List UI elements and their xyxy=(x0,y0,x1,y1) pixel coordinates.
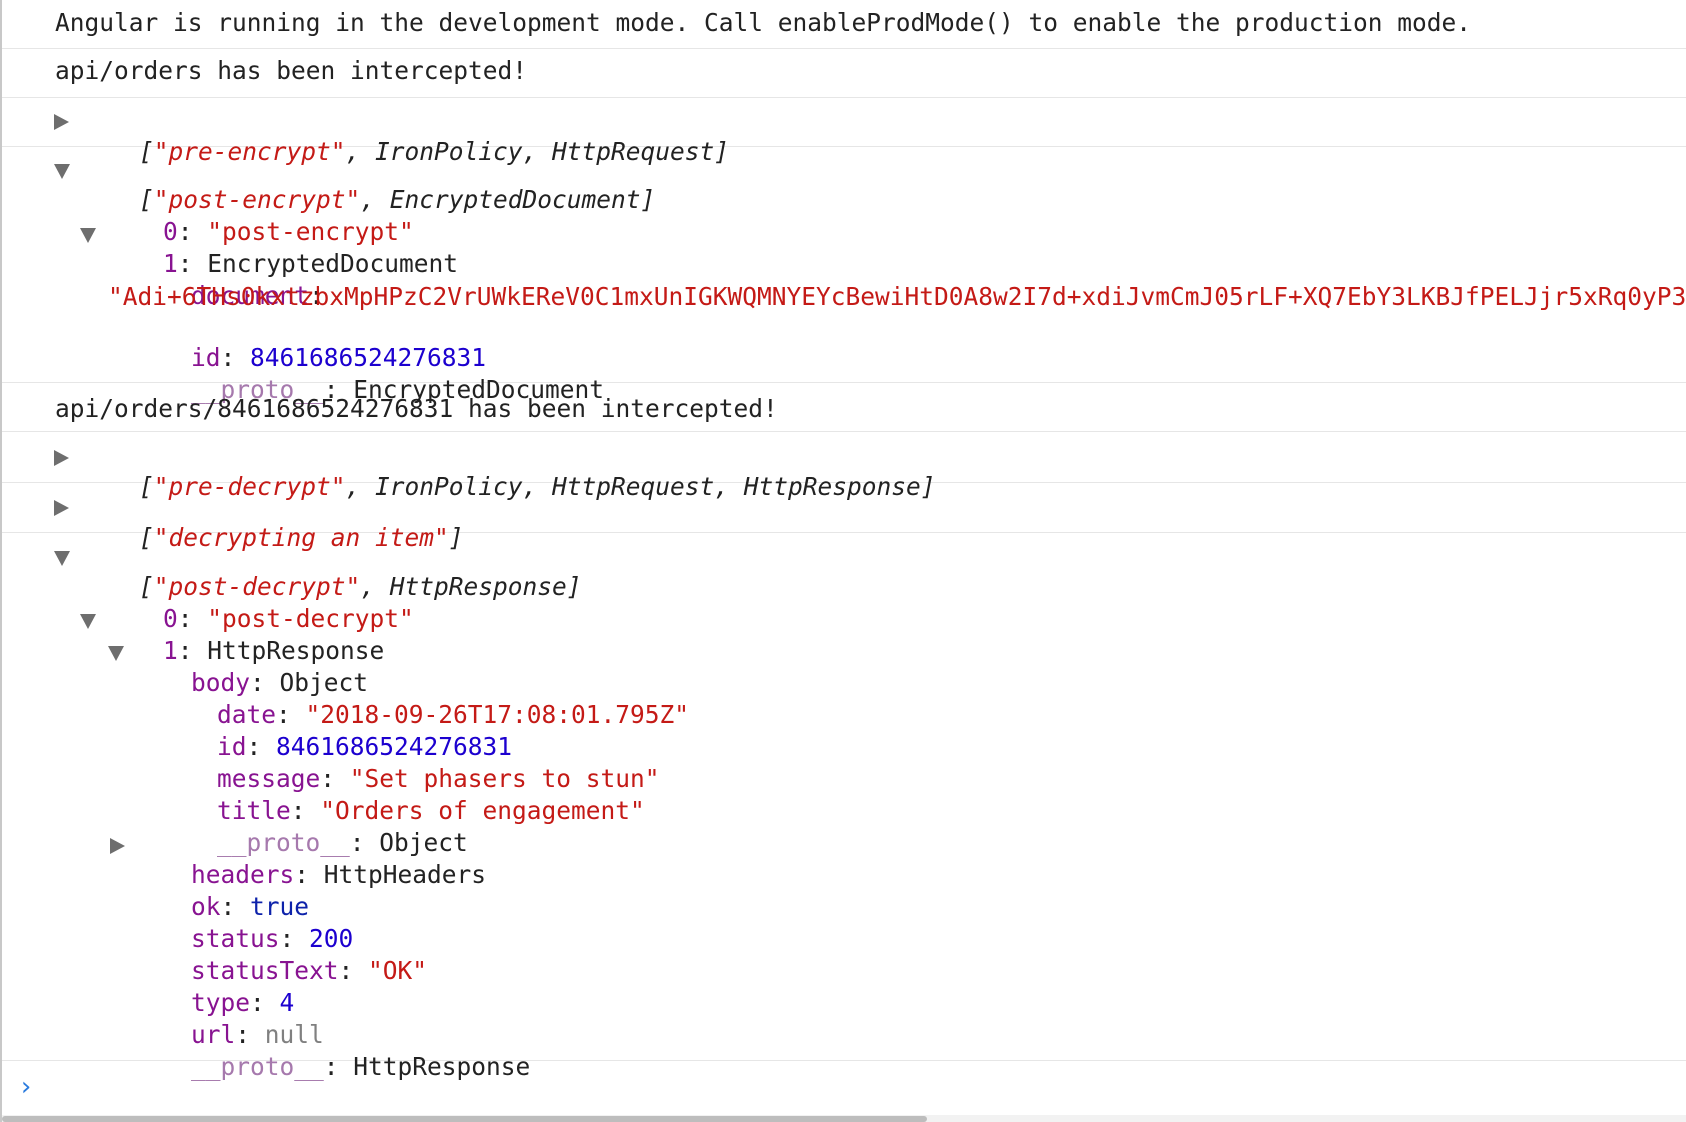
console-message-dev-mode: Angular is running in the development mo… xyxy=(2,0,1686,49)
console-message-pre-decrypt[interactable]: ["pre-decrypt", IronPolicy, HttpRequest,… xyxy=(2,432,1686,501)
console-message-post-encrypt[interactable]: ["post-encrypt", EncryptedDocument] 0: "… xyxy=(2,147,1686,404)
log-text: api/orders/8461686524276831 has been int… xyxy=(55,394,778,423)
tree-property: __proto__: HttpResponse xyxy=(191,1052,531,1081)
console-prompt-icon[interactable]: › xyxy=(18,1072,34,1102)
expand-arrow-icon[interactable] xyxy=(110,838,125,854)
console-message-pre-encrypt[interactable]: ["pre-encrypt", IronPolicy, HttpRequest] xyxy=(2,98,1686,166)
collapse-arrow-icon[interactable] xyxy=(80,228,96,243)
expand-arrow-icon[interactable] xyxy=(54,450,69,466)
horizontal-scrollbar-thumb[interactable] xyxy=(2,1116,927,1122)
expand-arrow-icon[interactable] xyxy=(54,500,69,516)
log-text: api/orders has been intercepted! xyxy=(55,56,528,85)
collapse-arrow-icon[interactable] xyxy=(54,551,70,566)
collapse-arrow-icon[interactable] xyxy=(80,614,96,629)
console-message-post-decrypt[interactable]: ["post-decrypt", HttpResponse] 0: "post-… xyxy=(2,533,1686,1081)
console-message-decrypting[interactable]: ["decrypting an item"] xyxy=(2,483,1686,552)
console-message-intercepted: api/orders has been intercepted! xyxy=(2,49,1686,98)
console-message-intercepted-id: api/orders/8461686524276831 has been int… xyxy=(2,383,1686,432)
expand-arrow-icon[interactable] xyxy=(54,114,69,130)
collapse-arrow-icon[interactable] xyxy=(108,646,124,661)
document-string-value: "Adi+6THs0kxtzbxMpHPzC2VrUWkEReV0C1mxUnI… xyxy=(108,282,1686,311)
collapse-arrow-icon[interactable] xyxy=(54,164,70,179)
log-text: Angular is running in the development mo… xyxy=(55,8,1472,37)
